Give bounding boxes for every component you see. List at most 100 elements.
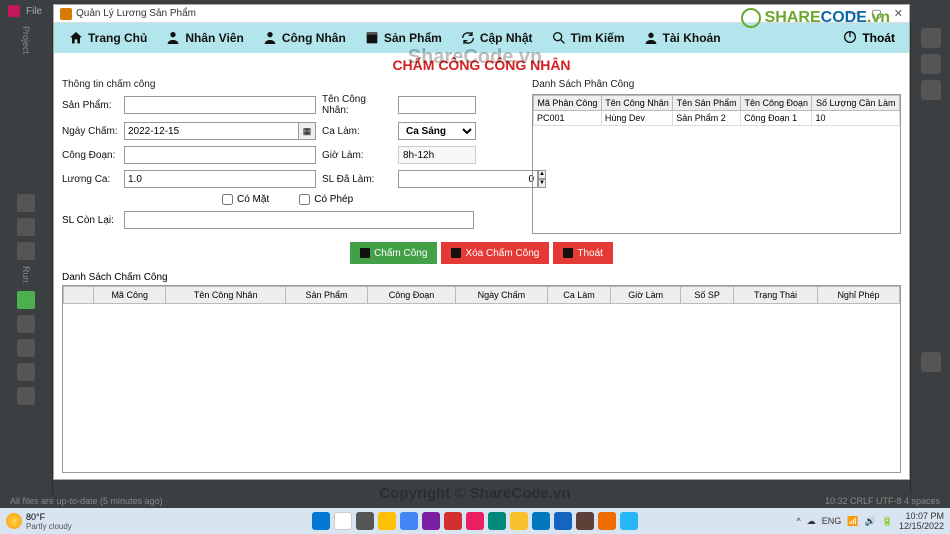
tray-battery-icon[interactable]: 🔋 bbox=[882, 516, 893, 527]
nav-product[interactable]: Sản Phẩm bbox=[356, 27, 450, 49]
stage-label: Công Đoạn: bbox=[62, 150, 118, 161]
assign-col[interactable]: Tên Công Đoạn bbox=[741, 96, 812, 111]
worker-input[interactable] bbox=[398, 96, 476, 114]
word-icon[interactable] bbox=[554, 512, 572, 530]
app-icon[interactable] bbox=[422, 512, 440, 530]
xoa-cham-button[interactable]: Xóa Chấm Công bbox=[441, 242, 549, 264]
ide-tool-icon[interactable] bbox=[17, 387, 35, 405]
nav-worker[interactable]: Công Nhân bbox=[254, 27, 354, 49]
ide-right-icon[interactable] bbox=[921, 352, 941, 372]
ide-tool-icon[interactable] bbox=[17, 242, 35, 260]
nav-account[interactable]: Tài Khoản bbox=[635, 27, 729, 49]
windows-taskbar[interactable]: 80°F Partly cloudy ^ ☁ ENG 📶 🔊 🔋 10:07 P… bbox=[0, 508, 950, 534]
present-checkbox[interactable]: Có Mặt bbox=[222, 194, 269, 205]
thoat-button[interactable]: Thoát bbox=[553, 242, 613, 264]
app-icon[interactable] bbox=[532, 512, 550, 530]
sharecode-icon bbox=[741, 8, 761, 28]
leave-checkbox[interactable]: Có Phép bbox=[299, 194, 353, 205]
list2-col[interactable]: Nghỉ Phép bbox=[817, 287, 899, 304]
close-button[interactable]: ✕ bbox=[894, 7, 903, 20]
tray-onedrive-icon[interactable]: ☁ bbox=[807, 516, 816, 527]
taskbar-cond: Partly cloudy bbox=[26, 522, 72, 531]
assign-col[interactable]: Tên Sản Phẩm bbox=[673, 96, 741, 111]
stage-input[interactable] bbox=[124, 146, 316, 164]
explorer-icon[interactable] bbox=[378, 512, 396, 530]
list2-col[interactable]: Mã Công bbox=[94, 287, 166, 304]
ide-right-icon[interactable] bbox=[921, 28, 941, 48]
ide-tool-icon[interactable] bbox=[17, 194, 35, 212]
list2-col[interactable]: Trạng Thái bbox=[734, 287, 818, 304]
hours-value: 8h-12h bbox=[398, 146, 476, 164]
taskview-icon[interactable] bbox=[356, 512, 374, 530]
system-tray[interactable]: ^ ☁ ENG 📶 🔊 🔋 10:07 PM 12/15/2022 bbox=[797, 511, 944, 531]
assign-col[interactable]: Mã Phân Công bbox=[534, 96, 602, 111]
action-icon bbox=[360, 248, 370, 258]
calendar-button[interactable]: ▦ bbox=[298, 122, 316, 140]
assign-table: Mã Phân Công Tên Công Nhân Tên Sản Phẩm … bbox=[533, 95, 900, 126]
start-button[interactable] bbox=[312, 512, 330, 530]
date-input[interactable] bbox=[124, 122, 298, 140]
ide-right-icon[interactable] bbox=[921, 80, 941, 100]
list2-col[interactable]: Tên Công Nhân bbox=[166, 287, 286, 304]
ide-tool-icon[interactable] bbox=[17, 218, 35, 236]
taskbar-weather[interactable]: 80°F Partly cloudy bbox=[6, 512, 72, 531]
edge-icon[interactable] bbox=[400, 512, 418, 530]
app-icon[interactable] bbox=[444, 512, 462, 530]
tray-lang[interactable]: ENG bbox=[822, 516, 842, 526]
search-icon bbox=[551, 30, 567, 46]
ide-tool-icon[interactable] bbox=[17, 339, 35, 357]
list2-box[interactable]: Mã Công Tên Công Nhân Sản Phẩm Công Đoạn… bbox=[62, 285, 901, 473]
assign-col[interactable]: Tên Công Nhân bbox=[601, 96, 672, 111]
product-input[interactable] bbox=[124, 96, 316, 114]
box-icon bbox=[364, 30, 380, 46]
list2-col[interactable]: Ngày Chấm bbox=[456, 287, 548, 304]
ide-project-tab[interactable]: Project bbox=[21, 26, 31, 54]
assign-table-box[interactable]: Mã Phân Công Tên Công Nhân Tên Sản Phẩm … bbox=[532, 94, 901, 234]
tray-chevron-icon[interactable]: ^ bbox=[797, 516, 801, 526]
nav-search[interactable]: Tìm Kiếm bbox=[543, 27, 633, 49]
list2-title: Danh Sách Chấm Công bbox=[62, 272, 901, 283]
ide-run-icon[interactable] bbox=[17, 291, 35, 309]
shift-select[interactable]: Ca Sáng bbox=[398, 122, 476, 140]
ide-tool-icon[interactable] bbox=[17, 363, 35, 381]
remain-label: SL Còn Lại: bbox=[62, 215, 118, 226]
taskbar-temp: 80°F bbox=[26, 512, 72, 522]
worker-label: Tên Công Nhân: bbox=[322, 94, 392, 116]
taskbar-clock[interactable]: 10:07 PM 12/15/2022 bbox=[899, 511, 944, 531]
tray-wifi-icon[interactable]: 📶 bbox=[847, 516, 858, 527]
list2-col[interactable]: Công Đoạn bbox=[367, 287, 455, 304]
app-icon[interactable] bbox=[466, 512, 484, 530]
assign-title: Danh Sách Phân Công bbox=[532, 79, 901, 90]
app-icon[interactable] bbox=[576, 512, 594, 530]
app-icon[interactable] bbox=[620, 512, 638, 530]
nav-home[interactable]: Trang Chủ bbox=[60, 27, 155, 49]
search-button[interactable] bbox=[334, 512, 352, 530]
ide-logo-icon bbox=[8, 5, 20, 17]
java-icon bbox=[60, 8, 72, 20]
tray-volume-icon[interactable]: 🔊 bbox=[865, 516, 876, 527]
list2-col[interactable]: Giờ Làm bbox=[611, 287, 681, 304]
ide-tool-icon[interactable] bbox=[17, 315, 35, 333]
wage-input[interactable] bbox=[124, 170, 316, 188]
list2-table: Mã Công Tên Công Nhân Sản Phẩm Công Đoạn… bbox=[63, 286, 900, 304]
nav-exit[interactable]: Thoát bbox=[834, 26, 903, 51]
ide-right-icon[interactable] bbox=[921, 54, 941, 74]
list2-col[interactable]: Số SP bbox=[680, 287, 733, 304]
ide-menu-file[interactable]: File bbox=[26, 6, 42, 17]
section-info-label: Thông tin chấm công bbox=[62, 79, 522, 90]
list2-col[interactable]: Sản Phẩm bbox=[285, 287, 367, 304]
list2-col[interactable]: Ca Làm bbox=[547, 287, 611, 304]
cham-cong-button[interactable]: Chấm Công bbox=[350, 242, 437, 264]
chrome-icon[interactable] bbox=[510, 512, 528, 530]
java-icon[interactable] bbox=[598, 512, 616, 530]
table-row[interactable]: PC001 Hùng Dev Sản Phẩm 2 Công Đoạn 1 10 bbox=[534, 111, 900, 126]
ide-run-tab[interactable]: Run: bbox=[21, 266, 31, 285]
app-icon[interactable] bbox=[488, 512, 506, 530]
remain-input[interactable] bbox=[124, 211, 474, 229]
done-input[interactable] bbox=[398, 170, 538, 188]
action-icon bbox=[563, 248, 573, 258]
action-icon bbox=[451, 248, 461, 258]
assign-col[interactable]: Số Lượng Cần Làm bbox=[812, 96, 900, 111]
nav-staff[interactable]: Nhân Viên bbox=[157, 27, 251, 49]
nav-update[interactable]: Cập Nhật bbox=[452, 27, 541, 49]
